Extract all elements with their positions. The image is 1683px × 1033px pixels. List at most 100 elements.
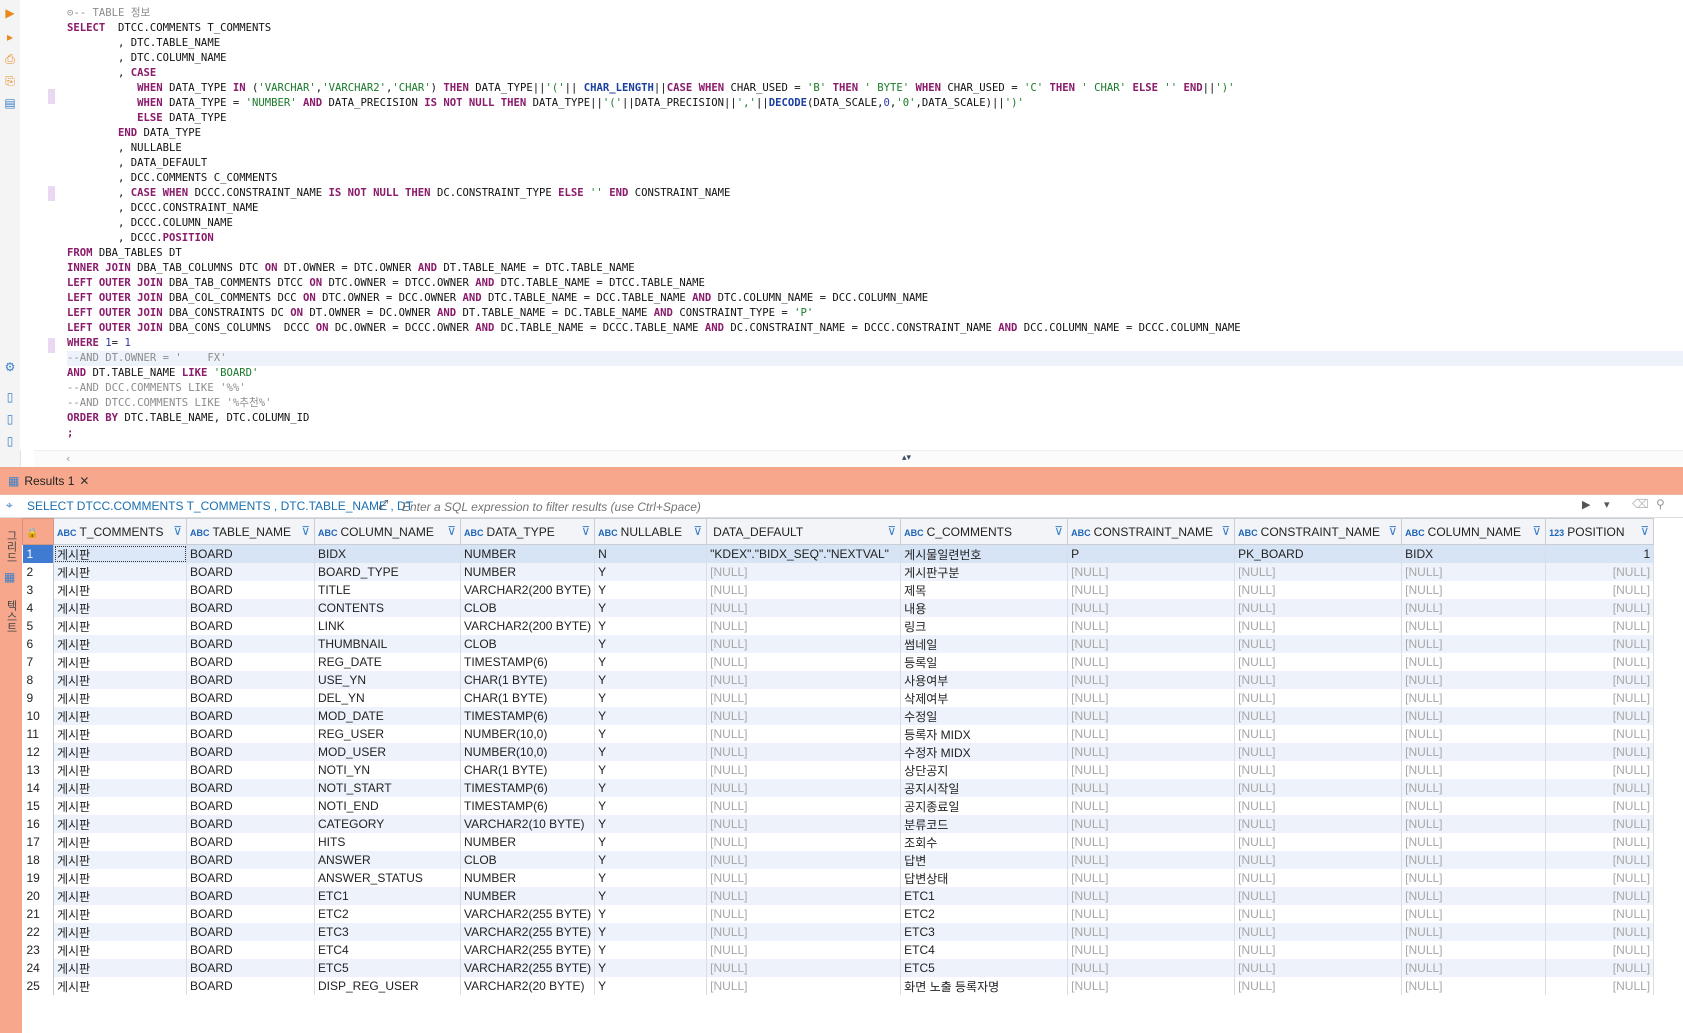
save-script-icon[interactable]: ▯ [3, 434, 17, 448]
row-number[interactable]: 1 [22, 544, 54, 563]
table-cell[interactable]: [NULL] [1401, 923, 1547, 941]
column-filter-icon[interactable]: ⊽ [1221, 524, 1230, 538]
editor-horizontal-scrollbar[interactable]: ‹ ▴▾ [34, 450, 1683, 468]
table-cell[interactable]: [NULL] [1234, 599, 1403, 617]
table-cell[interactable]: Y [594, 653, 708, 671]
table-row[interactable]: 14 게시판 BOARD NOTI_START TIMESTAMP(6) Y [NULL] 공… [22, 779, 1655, 797]
table-cell[interactable]: Y [594, 833, 708, 851]
table-cell[interactable]: 공지시작일 [900, 779, 1069, 797]
table-cell[interactable]: [NULL] [1067, 743, 1236, 761]
column-filter-icon[interactable]: ⊽ [1532, 524, 1541, 538]
table-cell[interactable]: [NULL] [1067, 833, 1236, 851]
row-number[interactable]: 24 [22, 959, 54, 977]
table-row[interactable]: 18 게시판 BOARD ANSWER CLOB Y [NULL] 답변 [NULL] [NULL… [22, 851, 1655, 869]
table-cell[interactable]: [NULL] [1067, 653, 1236, 671]
row-number[interactable]: 6 [22, 635, 54, 653]
table-cell[interactable]: 수정일 [900, 707, 1069, 725]
table-cell[interactable]: [NULL] [1545, 599, 1655, 617]
table-cell[interactable]: BOARD [186, 743, 315, 761]
table-cell[interactable]: [NULL] [706, 581, 902, 599]
table-cell[interactable]: Y [594, 671, 708, 689]
table-cell[interactable]: 게시판 [53, 959, 187, 977]
table-cell[interactable]: BOARD [186, 707, 315, 725]
row-number[interactable]: 4 [22, 599, 54, 617]
table-cell[interactable]: BOARD [186, 544, 315, 563]
table-cell[interactable]: Y [594, 599, 708, 617]
table-cell[interactable]: [NULL] [1234, 959, 1403, 977]
table-cell[interactable]: 게시판 [53, 617, 187, 635]
table-cell[interactable]: 게시판 [53, 779, 187, 797]
table-cell[interactable]: BIDX [314, 544, 461, 563]
row-number[interactable]: 15 [22, 797, 54, 815]
table-cell[interactable]: [NULL] [1545, 743, 1655, 761]
scroll-left-icon[interactable]: ‹ [66, 452, 70, 465]
row-number[interactable]: 22 [22, 923, 54, 941]
table-cell[interactable]: [NULL] [706, 905, 902, 923]
column-filter-icon[interactable]: ⊽ [1054, 524, 1063, 538]
table-cell[interactable]: BOARD [186, 653, 315, 671]
table-cell[interactable]: [NULL] [1067, 563, 1236, 581]
table-cell[interactable]: NOTI_START [314, 779, 461, 797]
table-cell[interactable]: BOARD [186, 563, 315, 581]
column-filter-icon[interactable]: ⊽ [693, 524, 702, 538]
table-cell[interactable]: CLOB [460, 599, 596, 617]
table-cell[interactable]: 게시판 [53, 743, 187, 761]
table-cell[interactable]: [NULL] [1234, 833, 1403, 851]
table-cell[interactable]: [NULL] [1067, 959, 1236, 977]
table-cell[interactable]: [NULL] [706, 563, 902, 581]
table-cell[interactable]: ETC2 [314, 905, 461, 923]
table-cell[interactable]: REG_USER [314, 725, 461, 743]
table-cell[interactable]: 답변 [900, 851, 1069, 869]
table-row[interactable]: 17 게시판 BOARD HITS NUMBER Y [NULL] 조회수 [NULL] [NUL… [22, 833, 1655, 851]
row-number[interactable]: 16 [22, 815, 54, 833]
load-script-icon[interactable]: ▯ [3, 412, 17, 426]
table-cell[interactable]: 화면 노출 등록자명 [900, 977, 1069, 995]
table-cell[interactable]: [NULL] [1067, 977, 1236, 995]
table-cell[interactable]: NUMBER [460, 563, 596, 581]
table-cell[interactable]: [NULL] [1234, 941, 1403, 959]
table-cell[interactable]: BOARD [186, 581, 315, 599]
table-cell[interactable]: [NULL] [1234, 869, 1403, 887]
table-cell[interactable]: [NULL] [1545, 779, 1655, 797]
apply-filter-icon[interactable]: ▶ [1582, 498, 1590, 511]
table-cell[interactable]: VARCHAR2(200 BYTE) [460, 617, 596, 635]
table-cell[interactable]: [NULL] [706, 725, 902, 743]
table-cell[interactable]: Y [594, 851, 708, 869]
table-cell[interactable]: BOARD [186, 779, 315, 797]
table-cell[interactable]: REG_DATE [314, 653, 461, 671]
row-number[interactable]: 5 [22, 617, 54, 635]
table-cell[interactable]: NUMBER [460, 544, 596, 563]
table-cell[interactable]: [NULL] [706, 959, 902, 977]
row-number[interactable]: 9 [22, 689, 54, 707]
table-cell[interactable]: [NULL] [706, 635, 902, 653]
table-cell[interactable]: [NULL] [1401, 797, 1547, 815]
table-cell[interactable]: [NULL] [1545, 635, 1655, 653]
table-cell[interactable]: BOARD [186, 689, 315, 707]
table-cell[interactable]: [NULL] [706, 869, 902, 887]
table-cell[interactable]: [NULL] [706, 851, 902, 869]
table-cell[interactable]: ETC4 [314, 941, 461, 959]
table-cell[interactable]: 1 [1545, 544, 1655, 563]
table-cell[interactable]: 게시판 [53, 563, 187, 581]
column-header[interactable]: 123 POSITION ⊽ [1545, 518, 1655, 545]
erase-filter-icon[interactable]: ⌫ [1632, 497, 1649, 511]
table-cell[interactable]: 공지종료일 [900, 797, 1069, 815]
table-row[interactable]: 5 게시판 BOARD LINK VARCHAR2(200 BYTE) Y [NULL] 링크… [22, 617, 1655, 635]
table-cell[interactable]: BOARD [186, 851, 315, 869]
table-cell[interactable]: [NULL] [1401, 833, 1547, 851]
grid-view-icon[interactable]: ▦ [4, 570, 15, 584]
table-cell[interactable]: Y [594, 725, 708, 743]
text-view-tab[interactable]: 텍스트 [1, 600, 19, 633]
table-cell[interactable]: "KDEX"."BIDX_SEQ"."NEXTVAL" [706, 544, 902, 563]
table-cell[interactable]: 링크 [900, 617, 1069, 635]
table-cell[interactable]: BOARD [186, 797, 315, 815]
table-cell[interactable]: [NULL] [1401, 671, 1547, 689]
table-cell[interactable]: Y [594, 797, 708, 815]
table-cell[interactable]: 답변상태 [900, 869, 1069, 887]
row-number[interactable]: 25 [22, 977, 54, 995]
table-cell[interactable]: ETC5 [900, 959, 1069, 977]
table-cell[interactable]: [NULL] [1401, 851, 1547, 869]
column-filter-icon[interactable]: ⊽ [887, 524, 896, 538]
table-row[interactable]: 9 게시판 BOARD DEL_YN CHAR(1 BYTE) Y [NULL] 삭제여부 [N… [22, 689, 1655, 707]
tab-results-1[interactable]: ▦ Results 1 ✕ [2, 471, 96, 491]
